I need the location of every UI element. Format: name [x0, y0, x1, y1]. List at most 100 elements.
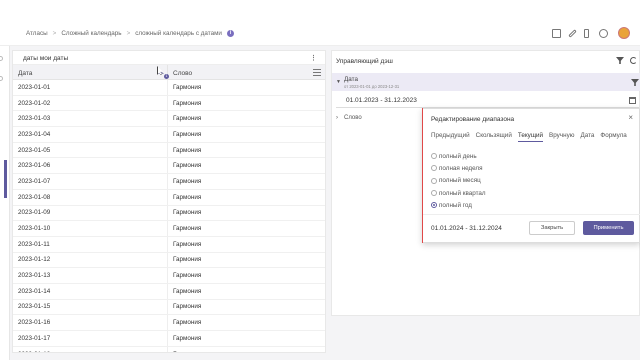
- option-label: полный день: [439, 152, 477, 160]
- tab-date[interactable]: Дата: [580, 132, 594, 142]
- kebab-menu-icon[interactable]: ⋮: [310, 54, 317, 62]
- radio-icon[interactable]: [431, 165, 437, 172]
- option-full-quarter[interactable]: полный квартал: [431, 187, 486, 199]
- table-row[interactable]: 2023-01-15 Гармония: [13, 299, 325, 316]
- table-row[interactable]: 2023-01-02 Гармония: [13, 95, 325, 112]
- breadcrumb: Атласы > Сложный календарь > сложный кал…: [26, 30, 234, 37]
- option-full-year[interactable]: полный год: [431, 199, 486, 211]
- breadcrumb-atlases[interactable]: Атласы: [26, 30, 48, 37]
- date-range-value: 01.01.2023 - 31.12.2023: [346, 97, 417, 104]
- checkbox-icon[interactable]: [552, 28, 561, 38]
- option-label: полный месяц: [439, 177, 481, 185]
- cell-word: Гармония: [173, 83, 202, 91]
- cell-date: 2023-01-04: [13, 127, 168, 142]
- wrench-icon[interactable]: [568, 28, 577, 38]
- table-row[interactable]: 2023-01-04 Гармония: [13, 127, 325, 143]
- cell-word: Гармония: [173, 303, 202, 311]
- refresh-icon[interactable]: [630, 57, 637, 64]
- cell-word: Гармония: [173, 115, 202, 123]
- filter-icon[interactable]: [631, 79, 639, 86]
- date-range-input[interactable]: 01.01.2023 - 31.12.2023: [336, 94, 639, 108]
- date-filter-header[interactable]: ▼ Дата от 2023-01-01 до 2023-12-31: [332, 73, 640, 91]
- breadcrumb-separator: >: [126, 30, 131, 37]
- cell-word: Гармония: [173, 240, 202, 248]
- cell-date: 2023-01-16: [13, 315, 168, 330]
- info-icon[interactable]: i: [226, 30, 234, 37]
- table-row[interactable]: 2023-01-16 Гармония: [13, 315, 325, 331]
- tab-formula[interactable]: Формула: [600, 132, 626, 142]
- range-edit-modal: Редактирование диапазона × Предыдущий Ск…: [422, 108, 640, 243]
- cell-word: Гармония: [173, 146, 202, 154]
- dashboard-icons: [616, 57, 637, 64]
- table-header: Дата 1 Слово: [13, 65, 325, 80]
- table-row[interactable]: 2023-01-18Гармония: [13, 346, 325, 352]
- cell-word: Гармония: [173, 162, 202, 170]
- modal-edge-marker: [422, 108, 423, 243]
- table-row[interactable]: 2023-01-07 Гармония: [13, 174, 325, 190]
- table-row[interactable]: 2023-01-13 Гармония: [13, 268, 325, 284]
- cell-date: 2023-01-10: [13, 221, 168, 236]
- cell-word: Гармония: [173, 287, 202, 295]
- cell-word: Гармония: [173, 130, 202, 138]
- table-row[interactable]: 2023-01-10 Гармония: [13, 221, 325, 237]
- option-full-day[interactable]: полный день: [431, 150, 486, 162]
- breadcrumb-complex-calendar[interactable]: Сложный календарь: [61, 30, 121, 37]
- date-filter-label: Дата: [344, 76, 358, 83]
- table-row[interactable]: 2023-01-09 Гармония: [13, 205, 325, 222]
- cell-date: 2023-01-02: [13, 95, 168, 111]
- cell-date: 2023-01-08: [13, 189, 168, 205]
- radio-checked-icon[interactable]: [431, 202, 437, 209]
- table-row[interactable]: 2023-01-17 Гармония: [13, 331, 325, 347]
- option-label: полный год: [439, 201, 472, 209]
- table-row[interactable]: 2023-01-12 Гармония: [13, 252, 325, 269]
- tab-current[interactable]: Текущий: [517, 132, 544, 142]
- filter-icon[interactable]: [616, 57, 624, 64]
- help-icon[interactable]: [599, 28, 608, 38]
- table-row[interactable]: 2023-01-11 Гармония: [13, 236, 325, 253]
- column-header-word[interactable]: Слово: [168, 65, 325, 79]
- tab-manual[interactable]: Вручную: [549, 132, 574, 142]
- breadcrumb-separator: >: [52, 30, 57, 37]
- column-header-word-label: Слово: [173, 70, 193, 77]
- table-row[interactable]: 2023-01-05 Гармония: [13, 142, 325, 159]
- table-row[interactable]: 2023-01-01 Гармония: [13, 80, 325, 96]
- chevron-down-icon[interactable]: ▼: [336, 79, 341, 85]
- radio-icon[interactable]: [431, 190, 437, 197]
- tab-previous[interactable]: Предыдущий: [431, 132, 470, 142]
- date-filter-sublabel: от 2023-01-01 до 2023-12-31: [344, 84, 400, 89]
- table-row[interactable]: 2023-01-06 Гармония: [13, 158, 325, 175]
- table-row[interactable]: 2023-01-14 Гармония: [13, 283, 325, 300]
- close-button[interactable]: Закрыть: [529, 221, 575, 235]
- table-panel-header: даты мои даты ⋮: [13, 51, 325, 65]
- apply-button[interactable]: Применить: [583, 221, 634, 235]
- cell-date: 2023-01-06: [13, 158, 168, 174]
- collapse-handle-icon[interactable]: [0, 56, 3, 61]
- word-filter-label: Слово: [344, 115, 362, 121]
- range-options: полный день полная неделя полный месяц п…: [431, 150, 486, 211]
- collapse-handle-icon[interactable]: [0, 76, 3, 81]
- cell-date: 2023-01-15: [13, 299, 168, 315]
- cell-word: Гармония: [173, 225, 202, 233]
- table-panel: даты мои даты ⋮ Дата 1 Слово 2023-01-01 Г…: [12, 50, 326, 353]
- option-full-week[interactable]: полная неделя: [431, 162, 486, 174]
- cell-word: Гармония: [168, 351, 325, 352]
- close-icon[interactable]: ×: [628, 113, 633, 122]
- table-row[interactable]: 2023-01-03 Гармония: [13, 111, 325, 128]
- calendar-icon[interactable]: [629, 97, 636, 104]
- radio-icon[interactable]: [431, 153, 437, 160]
- option-full-month[interactable]: полный месяц: [431, 175, 486, 187]
- radio-icon[interactable]: [431, 177, 437, 184]
- table-row[interactable]: 2023-01-08 Гармония: [13, 189, 325, 206]
- cell-date: 2023-01-01: [13, 80, 168, 95]
- tab-rolling[interactable]: Скользящий: [476, 132, 512, 142]
- cell-word: Гармония: [173, 177, 202, 185]
- avatar[interactable]: [618, 27, 630, 39]
- bookmark-icon[interactable]: [584, 28, 589, 38]
- chevron-right-icon[interactable]: ›: [336, 115, 338, 121]
- cell-word: Гармония: [173, 272, 202, 280]
- cell-word: Гармония: [173, 99, 202, 107]
- column-header-date[interactable]: Дата 1: [13, 65, 169, 79]
- column-menu-icon[interactable]: [313, 69, 321, 76]
- cell-word: Гармония: [173, 193, 202, 201]
- dashboard-title: Управляющий дэш: [336, 58, 393, 65]
